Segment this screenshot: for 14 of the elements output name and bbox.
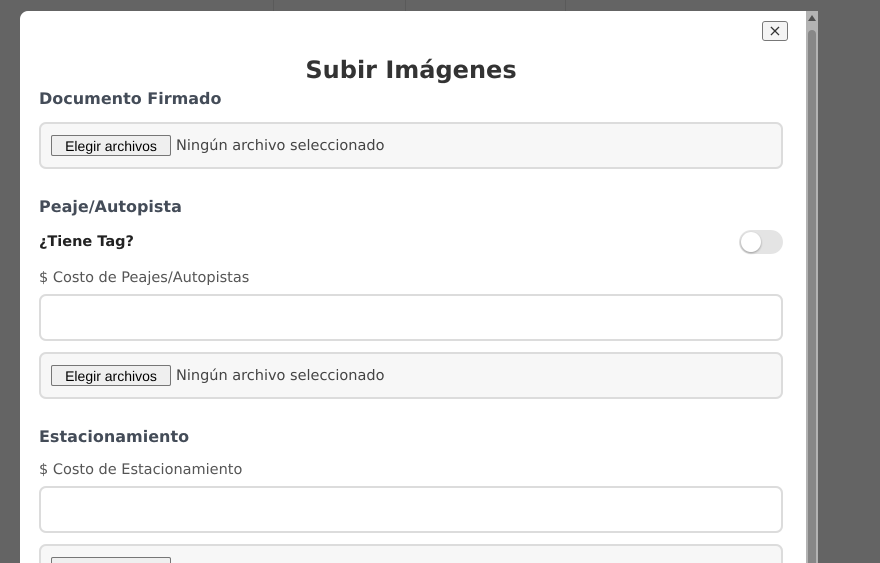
section-heading: Estacionamiento: [39, 426, 190, 448]
dialog-title: Subir Imágenes: [304, 55, 518, 86]
field-label: $ Costo de Peajes/Autopistas: [39, 269, 250, 288]
field-label: $ Costo de Estacionamiento: [39, 461, 244, 480]
section-heading: Documento Firmado: [39, 88, 222, 110]
toggle-label: ¿Tiene Tag?: [39, 234, 134, 250]
choose-files-button[interactable]: Elegir archivos: [51, 365, 171, 386]
file-status: Ningún archivo seleccionado: [176, 138, 384, 154]
file-picker[interactable]: Elegir archivos Ningún archivo seleccionado: [39, 352, 783, 399]
close-button[interactable]: ×: [762, 21, 788, 41]
choose-files-button[interactable]: Elegir archivos: [51, 135, 171, 156]
section-heading: Peaje/Autopista: [39, 196, 183, 218]
file-picker[interactable]: Elegir archivos Ningún archivo seleccionado: [39, 122, 783, 169]
file-status: Ningún archivo seleccionado: [176, 368, 384, 384]
